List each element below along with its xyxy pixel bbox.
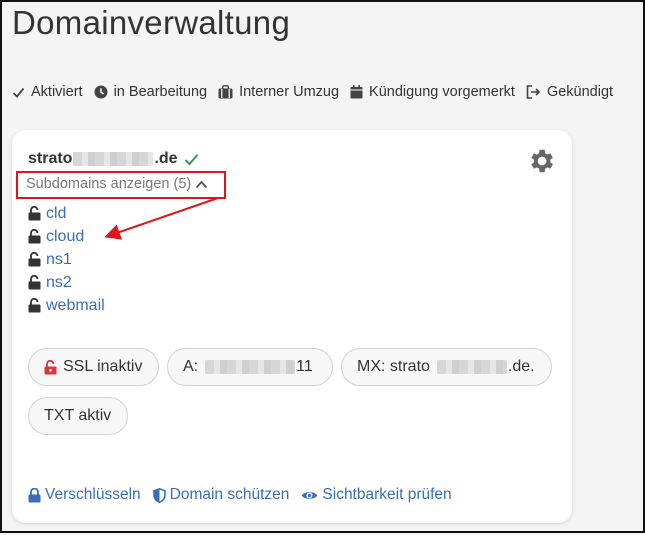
legend-label: Interner Umzug <box>239 84 340 100</box>
legend-in-bearbeitung: in Bearbeitung <box>94 84 208 100</box>
legend-aktiviert: Aktiviert <box>12 84 83 100</box>
shield-icon <box>152 487 166 503</box>
subdomain-label: ns2 <box>46 273 72 291</box>
redacted-text <box>73 152 154 166</box>
gear-icon[interactable] <box>526 146 556 176</box>
subdomain-item[interactable]: ns1 <box>28 248 105 271</box>
domain-card: strato .de Subdomains anzeigen (5) cld c… <box>12 130 572 523</box>
unlock-icon <box>28 206 41 221</box>
check-icon <box>12 87 25 98</box>
encrypt-link[interactable]: Verschlüsseln <box>28 486 141 504</box>
subdomain-item[interactable]: cld <box>28 202 105 225</box>
legend-gekuendigt: Gekündigt <box>526 84 613 100</box>
subdomain-item[interactable]: webmail <box>28 294 105 317</box>
redacted-text <box>436 360 507 374</box>
eye-icon <box>302 491 318 499</box>
encrypt-link-label: Verschlüsseln <box>45 486 141 503</box>
legend-label: Aktiviert <box>31 84 83 100</box>
mx-record-prefix: MX: strato <box>357 358 430 375</box>
ssl-chip-label: SSL inaktiv <box>63 358 143 375</box>
legend-label: in Bearbeitung <box>113 84 208 100</box>
ssl-chip[interactable]: SSL inaktiv <box>28 348 159 386</box>
protect-domain-label: Domain schützen <box>169 486 290 503</box>
legend-kuendigung-vorgemerkt: Kündigung vorgemerkt <box>350 84 515 100</box>
subdomain-item[interactable]: ns2 <box>28 271 105 294</box>
a-record-prefix: A: <box>183 358 199 375</box>
a-record-suffix: 11 <box>296 358 313 375</box>
domain-name[interactable]: strato .de <box>28 150 199 168</box>
txt-chip[interactable]: TXT aktiv <box>28 397 128 435</box>
active-check-icon <box>184 153 198 165</box>
mx-record-chip[interactable]: MX: strato .de. <box>341 348 552 386</box>
subdomain-label: webmail <box>46 296 105 314</box>
subdomain-list: cld cloud ns1 ns2 webmail <box>28 202 105 317</box>
check-visibility-link[interactable]: Sichtbarkeit prüfen <box>301 486 452 504</box>
unlock-icon <box>28 252 41 267</box>
domain-name-prefix: strato <box>28 150 73 167</box>
domain-name-suffix: .de <box>154 150 178 167</box>
unlock-icon <box>28 229 41 244</box>
subdomain-label: cld <box>46 204 67 222</box>
subdomain-item[interactable]: cloud <box>28 225 105 248</box>
unlock-icon <box>28 298 41 313</box>
legend-interner-umzug: Interner Umzug <box>218 84 339 100</box>
redacted-text <box>205 360 296 374</box>
unlock-icon <box>28 275 41 290</box>
a-record-chip[interactable]: A: 11 <box>167 348 333 386</box>
page-title: Domainverwaltung <box>12 4 291 41</box>
status-legend: Aktiviert in Bearbeitung Interner Umzug … <box>12 84 613 100</box>
suitcase-icon <box>218 85 233 99</box>
protect-domain-link[interactable]: Domain schützen <box>152 486 290 504</box>
lock-icon <box>28 487 41 502</box>
domain-actions: Verschlüsseln Domain schützen Sichtbarke… <box>28 486 452 504</box>
txt-chip-label: TXT aktiv <box>44 407 112 424</box>
legend-label: Gekündigt <box>546 84 614 100</box>
mx-record-suffix: .de. <box>507 358 535 375</box>
subdomain-label: cloud <box>46 227 85 245</box>
check-visibility-label: Sichtbarkeit prüfen <box>322 486 452 503</box>
sign-out-icon <box>526 85 541 99</box>
unlock-icon <box>44 359 57 374</box>
legend-label: Kündigung vorgemerkt <box>369 84 515 100</box>
annotation-highlight-box <box>16 171 226 199</box>
clock-icon <box>94 85 108 99</box>
calendar-icon <box>350 85 363 99</box>
subdomain-label: ns1 <box>46 250 72 268</box>
